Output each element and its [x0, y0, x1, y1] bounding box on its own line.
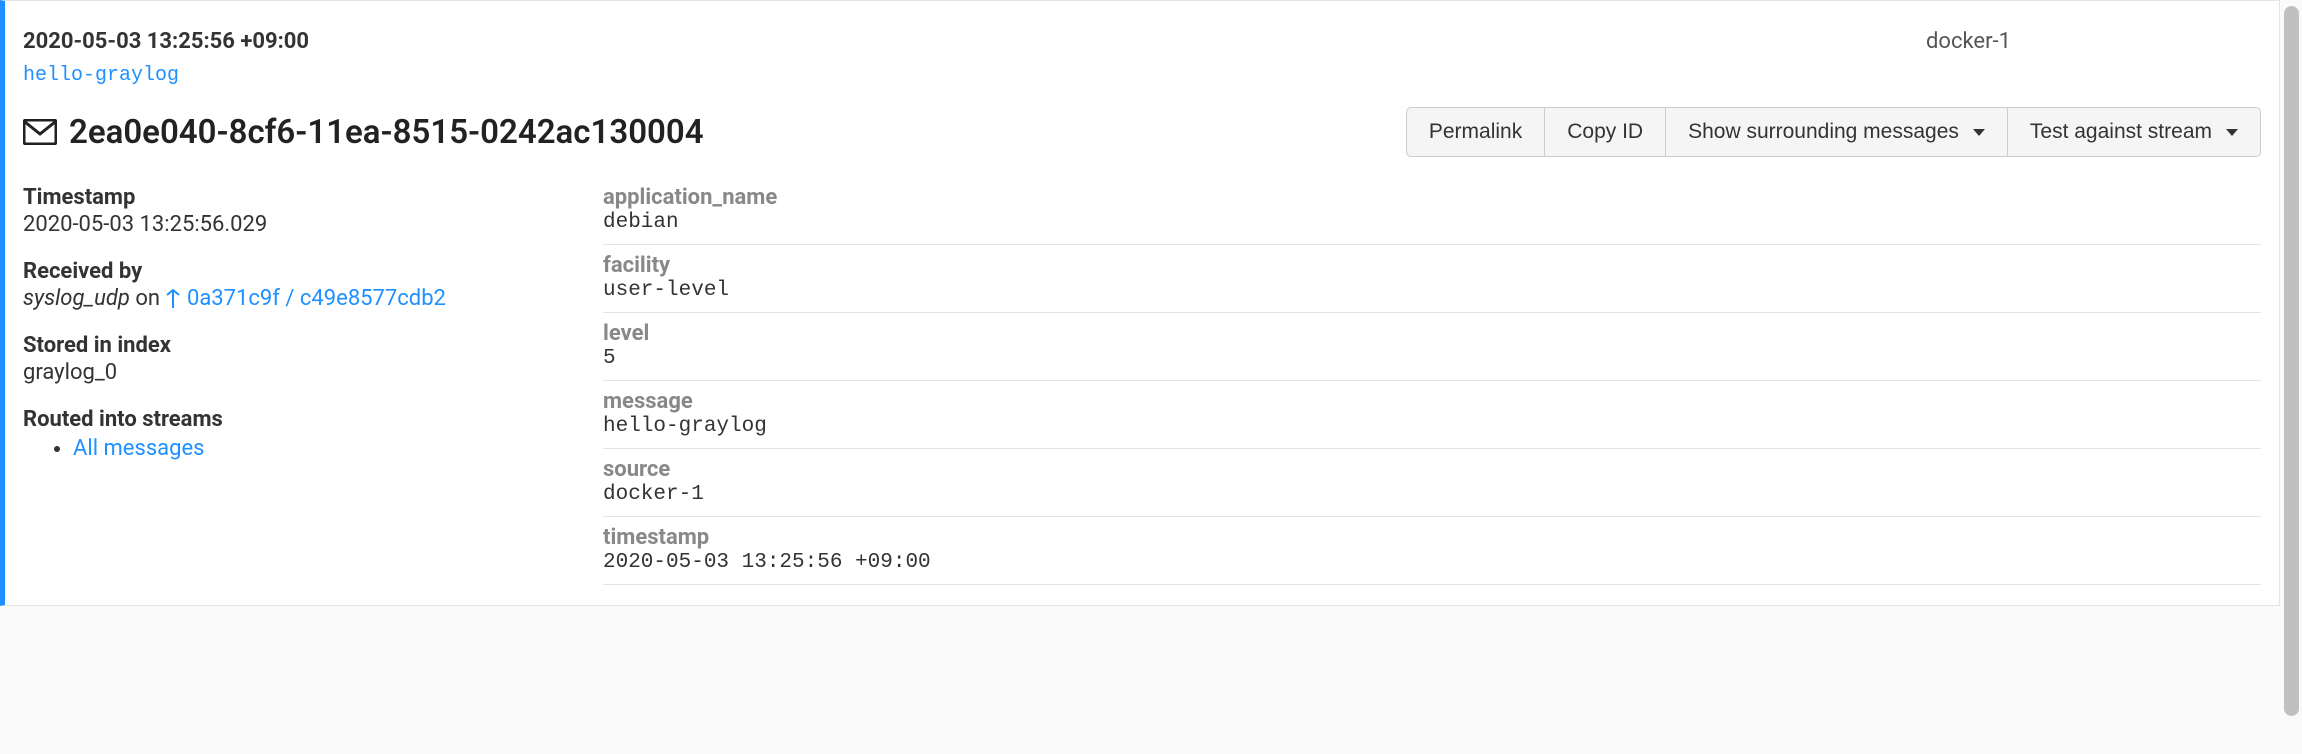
field-value: debian [603, 211, 2261, 234]
field-value: hello-graylog [603, 415, 2261, 438]
metadata-column: Timestamp 2020-05-03 13:25:56.029 Receiv… [23, 185, 563, 585]
permalink-label: Permalink [1429, 120, 1522, 144]
meta-stored-in: Stored in index graylog_0 [23, 333, 563, 385]
title-left: 2ea0e040-8cf6-11ea-8515-0242ac130004 [23, 113, 704, 152]
test-stream-label: Test against stream [2030, 120, 2212, 144]
field-name: level [603, 321, 2261, 346]
field-name: application_name [603, 185, 2261, 210]
copy-id-label: Copy ID [1567, 120, 1643, 144]
meta-received-value: syslog_udp on 0a371c9f / c49e8577cdb2 [23, 286, 563, 311]
caret-down-icon [2226, 129, 2238, 136]
top-row: 2020-05-03 13:25:56 +09:00 docker-1 [23, 29, 2261, 54]
header-source: docker-1 [1926, 29, 2261, 54]
header-timestamp: 2020-05-03 13:25:56 +09:00 [23, 29, 309, 54]
meta-routed-label: Routed into streams [23, 407, 563, 432]
node-link[interactable]: 0a371c9f / c49e8577cdb2 [166, 286, 446, 311]
meta-stored-label: Stored in index [23, 333, 563, 358]
test-against-stream-button[interactable]: Test against stream [2008, 107, 2261, 157]
field-row: application_name debian [603, 185, 2261, 245]
button-group: Permalink Copy ID Show surrounding messa… [1406, 107, 2261, 157]
meta-timestamp-value: 2020-05-03 13:25:56.029 [23, 212, 563, 237]
message-preview: hello-graylog [23, 64, 2261, 87]
show-surrounding-button[interactable]: Show surrounding messages [1666, 107, 2008, 157]
field-name: message [603, 389, 2261, 414]
field-row: message hello-graylog [603, 381, 2261, 449]
meta-timestamp: Timestamp 2020-05-03 13:25:56.029 [23, 185, 563, 237]
on-text: on [130, 286, 166, 311]
field-name: facility [603, 253, 2261, 278]
field-name: timestamp [603, 525, 2261, 550]
field-row: timestamp 2020-05-03 13:25:56 +09:00 [603, 517, 2261, 585]
show-surrounding-label: Show surrounding messages [1688, 120, 1959, 144]
envelope-icon [23, 119, 57, 145]
field-value: 2020-05-03 13:25:56 +09:00 [603, 551, 2261, 574]
stream-link[interactable]: All messages [73, 436, 205, 461]
stream-list: All messages [23, 436, 563, 461]
copy-id-button[interactable]: Copy ID [1545, 107, 1666, 157]
scrollbar-track[interactable] [2280, 0, 2302, 754]
meta-timestamp-label: Timestamp [23, 185, 563, 210]
input-name: syslog_udp [23, 286, 130, 311]
meta-received-by: Received by syslog_udp on 0a371c9f / c49… [23, 259, 563, 311]
node-id: 0a371c9f / c49e8577cdb2 [187, 286, 446, 311]
title-row: 2ea0e040-8cf6-11ea-8515-0242ac130004 Per… [23, 107, 2261, 157]
field-row: source docker-1 [603, 449, 2261, 517]
scrollbar-thumb[interactable] [2284, 6, 2299, 716]
field-name: source [603, 457, 2261, 482]
meta-stored-value: graylog_0 [23, 360, 563, 385]
field-value: 5 [603, 347, 2261, 370]
node-icon [166, 289, 180, 309]
message-detail-panel: 2020-05-03 13:25:56 +09:00 docker-1 hell… [0, 0, 2280, 606]
field-row: level 5 [603, 313, 2261, 381]
field-row: facility user-level [603, 245, 2261, 313]
meta-received-label: Received by [23, 259, 563, 284]
caret-down-icon [1973, 129, 1985, 136]
message-id: 2ea0e040-8cf6-11ea-8515-0242ac130004 [69, 113, 704, 152]
stream-item: All messages [73, 436, 563, 461]
permalink-button[interactable]: Permalink [1406, 107, 1545, 157]
content-row: Timestamp 2020-05-03 13:25:56.029 Receiv… [23, 185, 2261, 585]
fields-column: application_name debian facility user-le… [603, 185, 2261, 585]
field-value: user-level [603, 279, 2261, 302]
field-value: docker-1 [603, 483, 2261, 506]
meta-routed: Routed into streams All messages [23, 407, 563, 461]
